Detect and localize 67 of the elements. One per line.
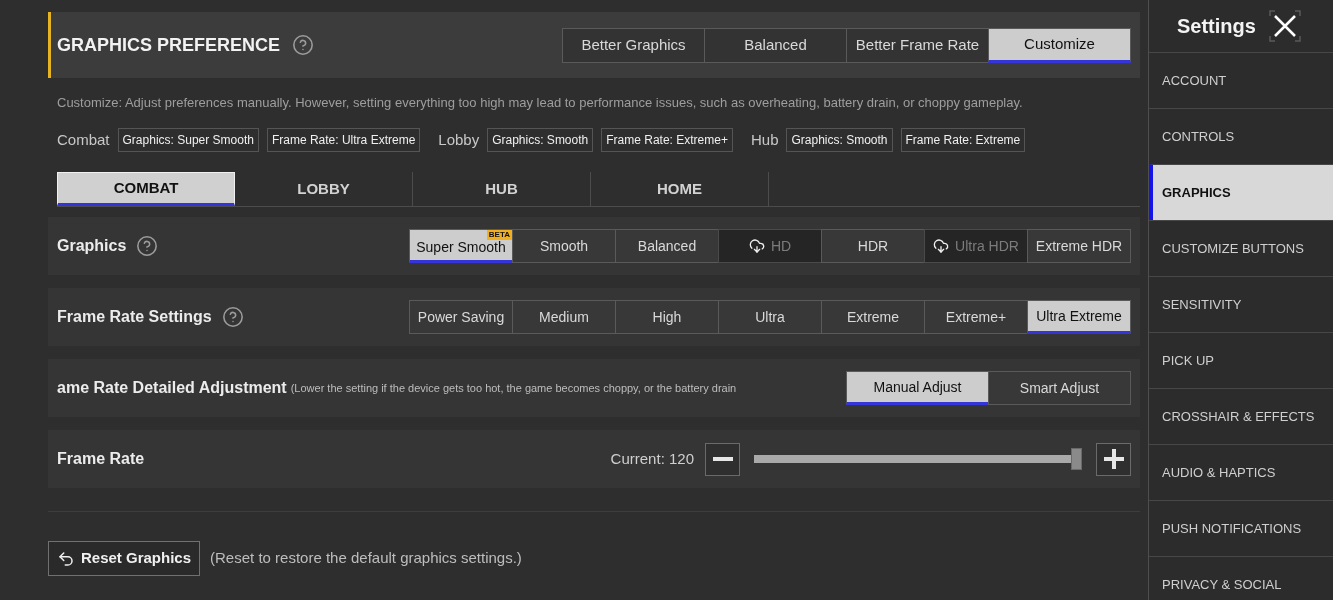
sidebar-title: Settings xyxy=(1177,14,1256,39)
increase-button[interactable] xyxy=(1096,442,1131,476)
preset-button[interactable]: Customize xyxy=(988,27,1131,63)
slider-track[interactable] xyxy=(754,448,1082,470)
setting-label: ame Rate Detailed Adjustment xyxy=(57,378,287,398)
cloud-download-icon xyxy=(748,238,765,254)
option-button[interactable]: HD xyxy=(718,229,822,263)
option-button[interactable]: Balanced xyxy=(615,229,719,263)
description-text: Customize: Adjust preferences manually. However, setting everything too high may lead to performance issues, such as overheating, battery drain, or choppy gameplay. xyxy=(56,94,1024,112)
sidebar-item[interactable]: GRAPHICS xyxy=(1149,164,1333,220)
undo-icon xyxy=(57,549,75,568)
setting-tag: Graphics: Smooth xyxy=(786,128,893,152)
option-button[interactable]: Ultra xyxy=(718,300,822,334)
option-button[interactable]: Extreme+ xyxy=(924,300,1028,334)
option-button[interactable]: Ultra Extreme xyxy=(1027,300,1131,334)
section-title: GRAPHICS PREFERENCE xyxy=(57,33,281,57)
preset-button[interactable]: Better Graphics xyxy=(562,27,705,63)
preset-button[interactable]: Better Frame Rate xyxy=(846,27,989,63)
sidebar-item[interactable]: SENSITIVITY xyxy=(1149,276,1333,332)
plus-icon xyxy=(1103,449,1124,469)
setting-label: Frame Rate xyxy=(57,449,145,469)
option-button[interactable]: Ultra HDR xyxy=(924,229,1028,263)
option-button[interactable]: Smart Adjust xyxy=(988,371,1131,405)
sidebar-item[interactable]: PRIVACY & SOCIAL xyxy=(1149,556,1333,600)
setting-note: (Lower the setting if the device gets too hot, the game becomes choppy, or the battery drain xyxy=(290,380,737,396)
setting-tag: Graphics: Smooth xyxy=(487,128,594,152)
help-icon[interactable] xyxy=(292,34,315,56)
option-button[interactable]: Smooth xyxy=(512,229,616,263)
mode-tab[interactable]: LOBBY xyxy=(235,172,413,206)
current-value: Current: 120 xyxy=(610,448,694,469)
setting-label: Frame Rate Settings xyxy=(57,307,212,327)
setting-label: Graphics xyxy=(57,236,127,256)
sidebar-item[interactable]: PICK UP xyxy=(1149,332,1333,388)
help-icon[interactable] xyxy=(221,306,244,328)
mode-label: Lobby xyxy=(438,129,480,150)
mode-label: Hub xyxy=(750,129,779,150)
decrease-button[interactable] xyxy=(705,442,740,476)
option-button[interactable]: HDR xyxy=(821,229,925,263)
mode-tab[interactable]: HOME xyxy=(591,172,769,206)
option-button[interactable]: Power Saving xyxy=(409,300,513,334)
preset-button[interactable]: Balanced xyxy=(704,27,847,63)
mode-tab[interactable]: COMBAT xyxy=(57,172,235,206)
option-button[interactable]: Extreme xyxy=(821,300,925,334)
sidebar-item[interactable]: CUSTOMIZE BUTTONS xyxy=(1149,220,1333,276)
cloud-download-icon xyxy=(933,238,950,254)
minus-icon xyxy=(712,457,733,461)
option-button[interactable]: High xyxy=(615,300,719,334)
help-icon[interactable] xyxy=(136,235,159,257)
option-button[interactable]: BETA Super Smooth xyxy=(409,229,513,263)
sidebar-item[interactable]: PUSH NOTIFICATIONS xyxy=(1149,500,1333,556)
setting-tag: Graphics: Super Smooth xyxy=(117,128,259,152)
sidebar-item[interactable]: CROSSHAIR & EFFECTS xyxy=(1149,388,1333,444)
mode-label: Combat xyxy=(57,129,110,150)
reset-button[interactable]: Reset Graphics xyxy=(48,541,201,576)
setting-tag: Frame Rate: Ultra Extreme xyxy=(266,128,421,152)
beta-badge: BETA xyxy=(486,230,512,240)
option-button[interactable]: Extreme HDR xyxy=(1027,229,1131,263)
slider-thumb[interactable] xyxy=(1071,448,1082,470)
close-icon[interactable] xyxy=(1268,10,1301,42)
sidebar-item[interactable]: ACCOUNT xyxy=(1149,52,1333,108)
setting-tag: Frame Rate: Extreme+ xyxy=(601,128,733,152)
setting-tag: Frame Rate: Extreme xyxy=(900,128,1026,152)
option-button[interactable]: Medium xyxy=(512,300,616,334)
reset-note: (Reset to restore the default graphics settings.) xyxy=(210,548,522,569)
option-button[interactable]: Manual Adjust xyxy=(846,371,989,405)
sidebar-item[interactable]: AUDIO & HAPTICS xyxy=(1149,444,1333,500)
mode-tab[interactable]: HUB xyxy=(413,172,591,206)
